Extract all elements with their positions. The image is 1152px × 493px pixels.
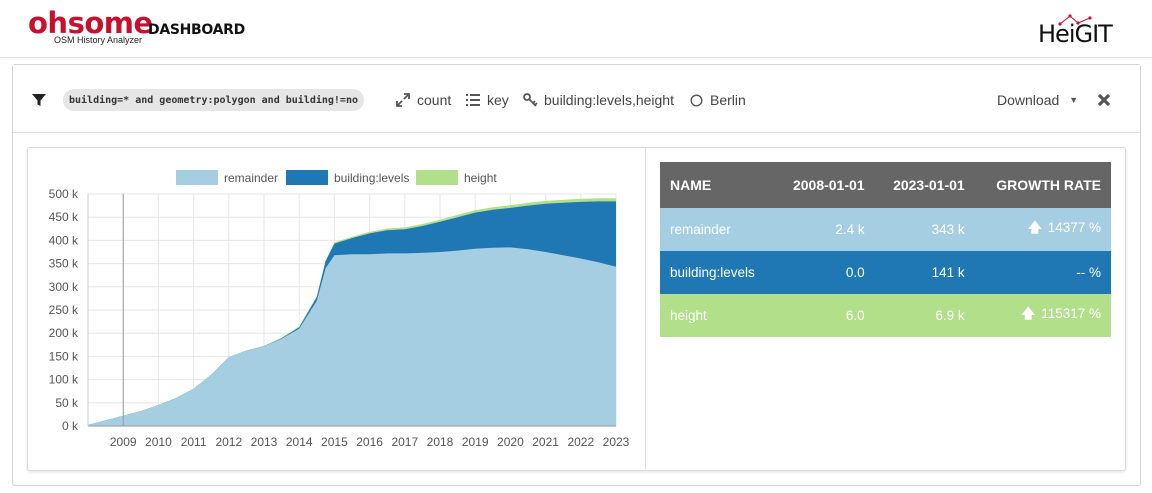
legend-label: building:levels	[334, 171, 409, 185]
x-tick-label: 2015	[321, 435, 348, 449]
table-header-row: NAME 2008-01-01 2023-01-01 GROWTH RATE	[660, 162, 1111, 208]
col-header-end: 2023-01-01	[874, 162, 975, 208]
query-toolbar: building=* and geometry:polygon and buil…	[13, 65, 1140, 133]
ohsome-logo[interactable]: ohsome DASHBOARD OSM History Analyzer	[28, 6, 245, 45]
x-tick-label: 2019	[462, 435, 489, 449]
close-icon[interactable]	[1097, 89, 1111, 111]
groupby-label: key	[487, 92, 509, 108]
arrow-up-icon: 🡅	[1021, 306, 1036, 321]
x-tick-label: 2022	[567, 435, 594, 449]
row-growth: 🡅 115317 %	[974, 294, 1111, 337]
row-name: remainder	[660, 208, 775, 251]
row-start: 6.0	[774, 294, 875, 337]
area-selector[interactable]: Berlin	[688, 89, 746, 111]
row-name: building:levels	[660, 251, 775, 294]
row-growth: -- %	[974, 251, 1111, 294]
measure-label: count	[417, 92, 452, 108]
circle-icon	[688, 92, 704, 108]
y-tick-label: 400 k	[49, 233, 79, 247]
logo-dashboard-text: DASHBOARD	[148, 22, 245, 38]
divider	[645, 148, 646, 470]
stacked-area-chart: 0 k 50 k 100 k 150 k 200 k 250 k 300 k 350 k 400…	[49, 170, 630, 449]
heigit-logo[interactable]: HeiGIT	[1038, 14, 1122, 48]
row-end: 6.9 k	[874, 294, 975, 337]
y-tick-label: 250 k	[49, 303, 79, 317]
x-tick-label: 2016	[356, 435, 383, 449]
row-growth: 🡅 14377 %	[974, 208, 1111, 251]
key-icon	[522, 92, 538, 108]
col-header-start: 2008-01-01	[774, 162, 875, 208]
logo-subtitle: OSM History Analyzer	[54, 35, 143, 45]
row-start: 2.4 k	[774, 208, 875, 251]
x-tick-label: 2018	[427, 435, 454, 449]
x-tick-label: 2011	[181, 435, 207, 449]
table-row: height 6.0 6.9 k 🡅 115317 %	[660, 294, 1111, 337]
filter-query-chip[interactable]: building=* and geometry:polygon and buil…	[63, 89, 364, 111]
keys-selector[interactable]: building:levels,height	[522, 89, 674, 111]
download-dropdown[interactable]: Download ▼	[997, 89, 1078, 111]
row-name: height	[660, 294, 775, 337]
x-tick-label: 2021	[532, 435, 559, 449]
x-tick-label: 2013	[251, 435, 278, 449]
y-tick-label: 500 k	[49, 187, 79, 201]
groupby-selector[interactable]: key	[465, 89, 509, 111]
growth-value: 14377 %	[1047, 220, 1101, 235]
measure-selector[interactable]: count	[395, 89, 451, 111]
expand-arrows-icon	[395, 92, 411, 108]
top-bar: ohsome DASHBOARD OSM History Analyzer He…	[0, 0, 1152, 58]
y-tick-label: 100 k	[49, 373, 79, 387]
area-label: Berlin	[710, 92, 746, 108]
growth-table: NAME 2008-01-01 2023-01-01 GROWTH RATE r…	[660, 162, 1111, 337]
y-tick-label: 0 k	[62, 419, 79, 433]
legend-label: remainder	[224, 171, 278, 185]
col-header-growth: GROWTH RATE	[974, 162, 1111, 208]
download-label: Download	[997, 92, 1060, 108]
x-tick-label: 2014	[286, 435, 313, 449]
legend-swatch	[416, 170, 458, 185]
keys-label: building:levels,height	[544, 92, 674, 108]
legend-label: height	[464, 171, 497, 185]
legend-swatch	[286, 170, 328, 185]
list-icon	[465, 92, 481, 108]
query-panel: building=* and geometry:polygon and buil…	[12, 64, 1141, 486]
legend-swatch	[176, 170, 218, 185]
x-tick-label: 2009	[110, 435, 137, 449]
row-start: 0.0	[774, 251, 875, 294]
col-header-name: NAME	[660, 162, 775, 208]
arrow-up-icon: 🡅	[1027, 220, 1042, 235]
y-tick-label: 150 k	[49, 349, 79, 363]
x-tick-label: 2017	[391, 435, 418, 449]
filter-icon[interactable]	[31, 89, 47, 111]
table-row: remainder 2.4 k 343 k 🡅 14377 %	[660, 208, 1111, 251]
x-tick-label: 2012	[215, 435, 242, 449]
growth-value: 115317 %	[1041, 306, 1101, 321]
result-card: 0 k 50 k 100 k 150 k 200 k 250 k 300 k 350 k 400…	[27, 147, 1126, 471]
logo-main-text: ohsome	[28, 6, 153, 40]
x-tick-label: 2010	[145, 435, 172, 449]
row-end: 141 k	[874, 251, 975, 294]
table-row: building:levels 0.0 141 k -- %	[660, 251, 1111, 294]
growth-value: -- %	[1076, 265, 1101, 280]
y-tick-label: 200 k	[49, 326, 79, 340]
y-tick-label: 350 k	[49, 257, 79, 271]
x-tick-label: 2020	[497, 435, 524, 449]
y-tick-label: 300 k	[49, 280, 79, 294]
row-end: 343 k	[874, 208, 975, 251]
y-tick-label: 50 k	[55, 396, 79, 410]
area-remainder	[88, 247, 616, 426]
x-tick-label: 2023	[603, 435, 630, 449]
heigit-logo-text: HeiGIT	[1038, 20, 1113, 48]
y-tick-label: 450 k	[49, 210, 79, 224]
caret-down-icon: ▼	[1069, 95, 1079, 105]
